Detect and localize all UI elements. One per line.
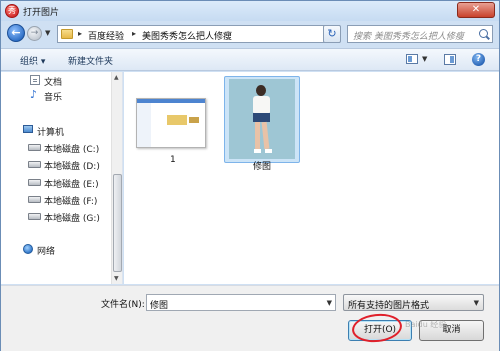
sidebar-item-drive-g[interactable]: 本地磁盘 (G:): [1, 210, 111, 224]
filetype-value: 所有支持的图片格式: [348, 301, 430, 311]
sidebar-item-drive-d[interactable]: 本地磁盘 (D:): [1, 158, 111, 172]
drive-icon: [28, 144, 41, 151]
search-icon[interactable]: [479, 29, 488, 38]
sidebar-scrollbar[interactable]: ▲ ▼: [111, 72, 122, 284]
breadcrumb-separator-icon[interactable]: ▸: [132, 29, 136, 38]
title-bar: 秀 打开图片 ✕: [1, 1, 499, 21]
sidebar-item-drive-f[interactable]: 本地磁盘 (F:): [1, 193, 111, 207]
music-icon: ♪: [30, 88, 38, 101]
sidebar-item-label: 本地磁盘 (F:): [44, 197, 98, 207]
file-name: 1: [170, 155, 176, 165]
help-icon[interactable]: ?: [472, 53, 485, 66]
open-image-dialog: 秀 打开图片 ✕ ← → ▼ ▸ 百度经验 ▸ 美图秀秀怎么把人修瘦 ▼ ↻ 搜…: [0, 0, 500, 351]
file-item-1[interactable]: 1: [132, 76, 208, 165]
filename-dropdown-icon[interactable]: ▼: [327, 299, 332, 307]
file-name: 修图: [253, 162, 272, 172]
sidebar-item-computer[interactable]: 计算机: [1, 124, 111, 138]
app-logo-icon: 秀: [5, 4, 19, 18]
file-thumbnail: [229, 79, 295, 159]
file-list: 1 修图: [124, 72, 499, 284]
view-dropdown-icon[interactable]: ▼: [422, 55, 427, 63]
breadcrumb-item[interactable]: 美图秀秀怎么把人修瘦: [142, 29, 232, 42]
sidebar-item-network[interactable]: 网络: [1, 243, 111, 257]
history-dropdown-icon[interactable]: ▼: [45, 29, 50, 37]
dialog-footer: 文件名(N): 修图 ▼ 所有支持的图片格式 ▼ 打开(O) 取消: [1, 285, 499, 351]
drive-icon: [28, 179, 41, 186]
drive-icon: [28, 213, 41, 220]
scroll-up-icon[interactable]: ▲: [114, 74, 119, 81]
search-box[interactable]: 搜索 美图秀秀怎么把人修瘦: [347, 25, 493, 43]
command-toolbar: 组织 ▾ 新建文件夹 ▼ ?: [1, 48, 499, 71]
breadcrumb-separator-icon[interactable]: ▸: [78, 29, 82, 38]
file-thumbnail: [136, 98, 206, 148]
sidebar-item-music[interactable]: ♪ 音乐: [1, 89, 111, 103]
computer-icon: [23, 125, 33, 133]
navigation-pane: 文档 ♪ 音乐 计算机 本地磁盘 (C:) 本地磁盘 (D:) 本地磁盘 (E:…: [1, 72, 123, 284]
filename-label: 文件名(N):: [101, 300, 145, 310]
sidebar-item-label: 本地磁盘 (E:): [44, 180, 99, 190]
open-button[interactable]: 打开(O): [348, 320, 412, 341]
refresh-button[interactable]: ↻: [323, 25, 341, 43]
sidebar-item-label: 音乐: [44, 93, 63, 103]
sidebar-item-label: 本地磁盘 (D:): [44, 162, 100, 172]
navigation-row: ← → ▼ ▸ 百度经验 ▸ 美图秀秀怎么把人修瘦 ▼ ↻ 搜索 美图秀秀怎么把…: [1, 21, 499, 47]
search-input[interactable]: 搜索 美图秀秀怎么把人修瘦: [353, 29, 473, 42]
network-icon: [23, 244, 33, 254]
address-bar[interactable]: ▸ 百度经验 ▸ 美图秀秀怎么把人修瘦 ▼: [57, 25, 340, 43]
sidebar-item-label: 网络: [37, 247, 56, 257]
filetype-dropdown-icon[interactable]: ▼: [474, 299, 479, 307]
sidebar-item-label: 本地磁盘 (G:): [44, 214, 100, 224]
scrollbar-thumb[interactable]: [113, 174, 122, 272]
window-title: 打开图片: [23, 8, 60, 18]
drive-icon: [28, 196, 41, 203]
forward-button[interactable]: →: [27, 26, 42, 41]
organize-menu[interactable]: 组织 ▾: [20, 54, 45, 67]
close-button[interactable]: ✕: [457, 2, 495, 18]
scroll-down-icon[interactable]: ▼: [114, 275, 119, 282]
sidebar-item-label: 文档: [44, 78, 63, 88]
filetype-select[interactable]: 所有支持的图片格式 ▼: [343, 294, 484, 311]
filename-value[interactable]: 修图: [150, 298, 168, 311]
sidebar-item-label: 计算机: [37, 128, 65, 138]
folder-icon: [61, 29, 73, 39]
preview-pane-icon[interactable]: [444, 54, 456, 65]
filename-field[interactable]: 修图 ▼: [146, 294, 336, 311]
drive-icon: [28, 161, 41, 168]
sidebar-item-label: 本地磁盘 (C:): [44, 145, 100, 155]
sidebar-item-documents[interactable]: 文档: [1, 74, 111, 88]
sidebar-item-drive-c[interactable]: 本地磁盘 (C:): [1, 141, 111, 155]
breadcrumb-item[interactable]: 百度经验: [88, 29, 124, 42]
file-item-xiutu[interactable]: 修图: [224, 76, 300, 172]
sidebar-item-drive-e[interactable]: 本地磁盘 (E:): [1, 176, 111, 190]
new-folder-button[interactable]: 新建文件夹: [68, 54, 113, 67]
watermark: Baidu 经验: [405, 320, 447, 329]
document-icon: [30, 75, 40, 85]
view-icon[interactable]: [406, 54, 418, 64]
back-button[interactable]: ←: [7, 24, 25, 42]
